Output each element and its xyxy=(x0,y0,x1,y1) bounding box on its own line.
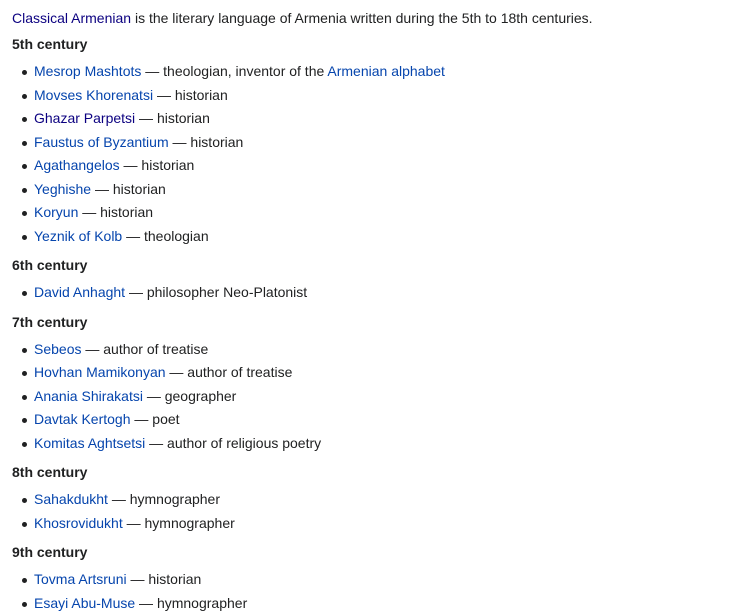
person-link[interactable]: Faustus of Byzantium xyxy=(34,134,169,150)
list-item: Faustus of Byzantium — historian xyxy=(12,132,741,156)
person-link[interactable]: Mesrop Mashtots xyxy=(34,63,141,79)
person-description: — historian xyxy=(135,110,210,126)
person-description: — theologian xyxy=(122,228,208,244)
intro-link-classical-armenian[interactable]: Classical Armenian xyxy=(12,10,131,26)
list-item: Movses Khorenatsi — historian xyxy=(12,85,741,109)
intro-paragraph: Classical Armenian is the literary langu… xyxy=(12,8,741,28)
section-heading: 8th century xyxy=(12,462,741,482)
list-item: Yeznik of Kolb — theologian xyxy=(12,226,741,250)
list-item: Sahakdukht — hymnographer xyxy=(12,489,741,513)
person-link[interactable]: Hovhan Mamikonyan xyxy=(34,364,166,380)
person-description: — author of treatise xyxy=(81,341,208,357)
list-item: Yeghishe — historian xyxy=(12,179,741,203)
section-list: Sahakdukht — hymnographerKhosrovidukht —… xyxy=(12,489,741,536)
person-link[interactable]: Koryun xyxy=(34,204,78,220)
list-item: Komitas Aghtsetsi — author of religious … xyxy=(12,433,741,457)
section-list: Tovma Artsruni — historianEsayi Abu-Muse… xyxy=(12,569,741,616)
person-link[interactable]: Agathangelos xyxy=(34,157,120,173)
list-item: Koryun — historian xyxy=(12,202,741,226)
person-description: — historian xyxy=(169,134,244,150)
list-item: Hovhan Mamikonyan — author of treatise xyxy=(12,362,741,386)
person-link[interactable]: Esayi Abu-Muse xyxy=(34,595,135,611)
section-heading: 9th century xyxy=(12,542,741,562)
person-link[interactable]: Yeznik of Kolb xyxy=(34,228,122,244)
list-item: Agathangelos — historian xyxy=(12,155,741,179)
list-item: Davtak Kertogh — poet xyxy=(12,409,741,433)
list-item: Ghazar Parpetsi — historian xyxy=(12,108,741,132)
person-description: — theologian, inventor of the xyxy=(141,63,327,79)
person-description: — geographer xyxy=(143,388,236,404)
person-link[interactable]: David Anhaght xyxy=(34,284,125,300)
list-item: Mesrop Mashtots — theologian, inventor o… xyxy=(12,61,741,85)
person-link[interactable]: Khosrovidukht xyxy=(34,515,123,531)
century-sections: 5th century Mesrop Mashtots — theologian,… xyxy=(12,34,741,616)
list-item: David Anhaght — philosopher Neo-Platonis… xyxy=(12,282,741,306)
section-heading: 5th century xyxy=(12,34,741,54)
section-list: Sebeos — author of treatiseHovhan Mamiko… xyxy=(12,339,741,457)
section-heading: 7th century xyxy=(12,312,741,332)
list-item: Tovma Artsruni — historian xyxy=(12,569,741,593)
person-link[interactable]: Komitas Aghtsetsi xyxy=(34,435,145,451)
person-description: — author of religious poetry xyxy=(145,435,321,451)
description-link[interactable]: Armenian alphabet xyxy=(327,63,445,79)
person-link[interactable]: Sahakdukht xyxy=(34,491,108,507)
section-list: Mesrop Mashtots — theologian, inventor o… xyxy=(12,61,741,249)
list-item: Esayi Abu-Muse — hymnographer xyxy=(12,593,741,616)
article-content: Classical Armenian is the literary langu… xyxy=(0,0,741,613)
person-description: — historian xyxy=(78,204,153,220)
person-link[interactable]: Tovma Artsruni xyxy=(34,571,127,587)
person-description: — author of treatise xyxy=(166,364,293,380)
list-item: Khosrovidukht — hymnographer xyxy=(12,513,741,537)
person-link[interactable]: Davtak Kertogh xyxy=(34,411,131,427)
person-link[interactable]: Ghazar Parpetsi xyxy=(34,110,135,126)
intro-text: is the literary language of Armenia writ… xyxy=(131,10,593,26)
list-item: Sebeos — author of treatise xyxy=(12,339,741,363)
section-heading: 6th century xyxy=(12,255,741,275)
person-description: — historian xyxy=(153,87,228,103)
person-description: — hymnographer xyxy=(135,595,247,611)
person-description: — historian xyxy=(127,571,202,587)
person-description: — hymnographer xyxy=(108,491,220,507)
person-description: — hymnographer xyxy=(123,515,235,531)
person-description: — historian xyxy=(120,157,195,173)
person-description: — historian xyxy=(91,181,166,197)
person-description: — philosopher Neo-Platonist xyxy=(125,284,307,300)
person-link[interactable]: Yeghishe xyxy=(34,181,91,197)
person-link[interactable]: Anania Shirakatsi xyxy=(34,388,143,404)
person-description: — poet xyxy=(131,411,180,427)
person-link[interactable]: Sebeos xyxy=(34,341,81,357)
person-link[interactable]: Movses Khorenatsi xyxy=(34,87,153,103)
section-list: David Anhaght — philosopher Neo-Platonis… xyxy=(12,282,741,306)
list-item: Anania Shirakatsi — geographer xyxy=(12,386,741,410)
